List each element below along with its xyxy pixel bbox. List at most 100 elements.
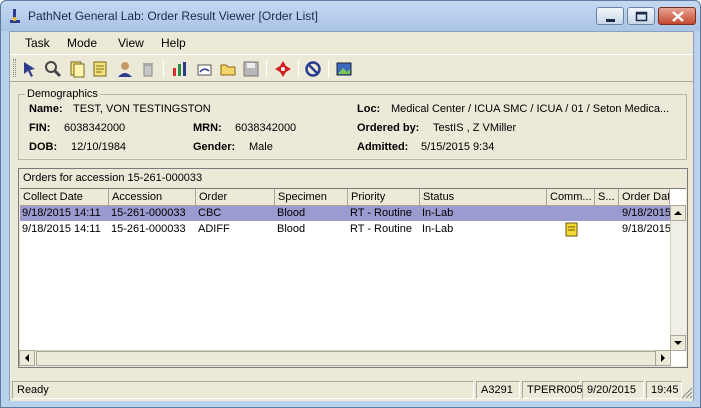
toolbar-separator (266, 60, 267, 78)
client-area: Task Mode View Help Demographics Name: T… (9, 31, 694, 401)
demographics-legend: Demographics (25, 88, 100, 100)
cell-order-date: 9/18/2015 14 (622, 223, 670, 235)
admitted-value: 5/15/2015 9:34 (421, 141, 495, 153)
cell-status: In-Lab (422, 207, 454, 219)
cell-status: In-Lab (422, 223, 454, 235)
col-comment[interactable]: Comm... (547, 189, 595, 206)
toolbar-separator (328, 60, 329, 78)
table-row[interactable]: 9/18/2015 14:11 15-261-000033 ADIFF Bloo… (20, 222, 686, 237)
patient-name: TEST, VON TESTINGSTON (73, 103, 211, 115)
col-s[interactable]: S... (595, 189, 619, 206)
col-status[interactable]: Status (420, 189, 547, 206)
sign-icon[interactable] (195, 59, 215, 79)
col-order[interactable]: Order (196, 189, 275, 206)
documents-icon[interactable] (67, 59, 87, 79)
status-date: 9/20/2015 (582, 381, 644, 399)
scroll-thumb[interactable] (36, 351, 656, 366)
col-collect-date[interactable]: Collect Date (20, 189, 109, 206)
location-label: Loc: (357, 103, 381, 115)
medical-cross-icon[interactable] (273, 59, 293, 79)
search-icon[interactable] (43, 59, 63, 79)
app-window: PathNet General Lab: Order Result Viewer… (0, 0, 701, 408)
window-title: PathNet General Lab: Order Result Viewer… (28, 9, 318, 23)
col-specimen[interactable]: Specimen (275, 189, 348, 206)
arrow-down-icon (674, 341, 682, 345)
menu-bar: Task Mode View Help (10, 32, 693, 54)
folder-icon[interactable] (218, 59, 238, 79)
cell-order: ADIFF (198, 223, 230, 235)
arrow-up-icon (674, 211, 682, 215)
app-microscope-icon (10, 9, 20, 23)
minimize-icon (606, 19, 615, 22)
trash-icon[interactable] (138, 59, 158, 79)
status-user-code: A3291 (476, 381, 520, 399)
dob-label: DOB: (29, 141, 58, 153)
location-value: Medical Center / ICUA SMC / ICUA / 01 / … (391, 103, 670, 115)
arrow-right-icon (661, 354, 665, 362)
ordered-by-label: Ordered by: (357, 122, 420, 134)
menu-mode[interactable]: Mode (67, 36, 97, 50)
table-row[interactable]: 9/18/2015 14:11 15-261-000033 CBC Blood … (20, 206, 686, 221)
cell-priority: RT - Routine (350, 207, 412, 219)
cell-specimen: Blood (277, 223, 306, 235)
orders-caption: Orders for accession 15-261-000033 (23, 172, 203, 184)
fin-value: 6038342000 (64, 122, 126, 134)
save-icon[interactable] (241, 59, 261, 79)
close-button[interactable] (658, 7, 696, 25)
menu-view[interactable]: View (118, 36, 144, 50)
cell-order: CBC (198, 207, 222, 219)
name-label: Name: (29, 103, 63, 115)
chart-icon[interactable] (170, 59, 190, 79)
cell-priority: RT - Routine (350, 223, 412, 235)
demographics-group: Demographics Name: TEST, VON TESTINGSTON… (18, 88, 687, 160)
arrow-left-icon (25, 354, 29, 362)
close-icon (672, 11, 684, 22)
toolbar-grip[interactable] (13, 59, 16, 77)
cell-accession: 15-261-000033 (111, 207, 186, 219)
cancel-icon[interactable] (303, 59, 323, 79)
minimize-button[interactable] (596, 7, 624, 25)
col-accession[interactable]: Accession (109, 189, 196, 206)
status-bar: Ready A3291 TPERR005 9/20/2015 19:45 (10, 379, 693, 401)
scroll-up-button[interactable] (670, 205, 686, 221)
toolbar-separator (298, 60, 299, 78)
orders-grid: Collect Date Accession Order Specimen Pr… (19, 188, 686, 366)
comment-note-icon[interactable] (564, 222, 580, 237)
status-terminal: TPERR005 (522, 381, 583, 399)
admitted-label: Admitted: (357, 141, 409, 153)
resize-grip-icon[interactable] (681, 387, 693, 399)
image-icon[interactable] (334, 59, 354, 79)
notes-icon[interactable] (90, 59, 110, 79)
status-message: Ready (12, 381, 474, 399)
cell-order-date: 9/18/2015 14 (622, 207, 670, 219)
ordered-by-value: TestIS , Z VMiller (433, 122, 517, 134)
title-bar[interactable]: PathNet General Lab: Order Result Viewer… (1, 1, 700, 31)
scroll-left-button[interactable] (19, 350, 35, 366)
mrn-label: MRN: (193, 122, 222, 134)
scroll-down-button[interactable] (670, 335, 686, 351)
mrn-value: 6038342000 (235, 122, 297, 134)
person-icon[interactable] (115, 59, 135, 79)
gender-label: Gender: (193, 141, 236, 153)
col-order-date[interactable]: Order Date (619, 189, 670, 206)
maximize-button[interactable] (627, 7, 655, 25)
menu-task[interactable]: Task (25, 36, 50, 50)
fin-label: FIN: (29, 122, 51, 134)
toolbar (10, 54, 693, 82)
maximize-icon (635, 11, 648, 22)
gender-value: Male (249, 141, 273, 153)
col-priority[interactable]: Priority (348, 189, 420, 206)
cell-accession: 15-261-000033 (111, 223, 186, 235)
horizontal-scrollbar[interactable] (19, 350, 671, 366)
cell-specimen: Blood (277, 207, 306, 219)
orders-panel: Orders for accession 15-261-000033 Colle… (18, 168, 688, 368)
cell-collect-date: 9/18/2015 14:11 (22, 207, 101, 219)
scroll-right-button[interactable] (655, 350, 671, 366)
toolbar-separator (163, 60, 164, 78)
pointer-select-icon[interactable] (20, 59, 40, 79)
cell-collect-date: 9/18/2015 14:11 (22, 223, 101, 235)
dob-value: 12/10/1984 (71, 141, 127, 153)
status-time: 19:45 (646, 381, 682, 399)
vertical-scrollbar[interactable] (670, 205, 686, 351)
menu-help[interactable]: Help (161, 36, 186, 50)
